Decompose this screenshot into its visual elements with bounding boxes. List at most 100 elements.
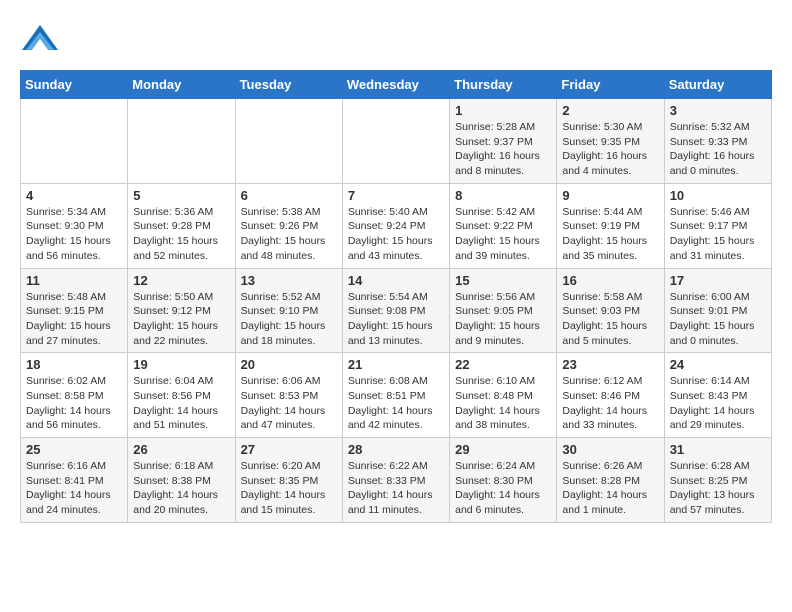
day-number: 16 (562, 273, 658, 288)
day-number: 31 (670, 442, 766, 457)
header-thursday: Thursday (450, 71, 557, 99)
day-info: Sunrise: 5:34 AM Sunset: 9:30 PM Dayligh… (26, 205, 122, 264)
week-row-5: 25 Sunrise: 6:16 AM Sunset: 8:41 PM Dayli… (21, 438, 772, 523)
day-cell: 28 Sunrise: 6:22 AM Sunset: 8:33 PM Dayli… (342, 438, 449, 523)
day-cell: 19Sunrise: 6:04 AM Sunset: 8:56 PM Dayli… (128, 353, 235, 438)
day-info: Sunrise: 5:32 AM Sunset: 9:33 PM Dayligh… (670, 120, 766, 179)
day-info: Sunrise: 6:28 AM Sunset: 8:25 PM Dayligh… (670, 459, 766, 518)
day-cell: 16 Sunrise: 5:58 AM Sunset: 9:03 PM Dayli… (557, 268, 664, 353)
week-row-2: 4 Sunrise: 5:34 AM Sunset: 9:30 PM Daylig… (21, 183, 772, 268)
day-number: 2 (562, 103, 658, 118)
day-number: 27 (241, 442, 337, 457)
logo-icon (20, 20, 60, 60)
day-cell: 25 Sunrise: 6:16 AM Sunset: 8:41 PM Dayli… (21, 438, 128, 523)
day-info: Sunrise: 5:58 AM Sunset: 9:03 PM Dayligh… (562, 290, 658, 349)
day-number: 21 (348, 357, 444, 372)
day-info: Sunrise: 5:44 AM Sunset: 9:19 PM Dayligh… (562, 205, 658, 264)
header-tuesday: Tuesday (235, 71, 342, 99)
day-number: 22 (455, 357, 551, 372)
day-cell: 15 Sunrise: 5:56 AM Sunset: 9:05 PM Dayli… (450, 268, 557, 353)
day-info: Sunrise: 6:08 AM Sunset: 8:51 PM Dayligh… (348, 374, 444, 433)
day-cell: 22 Sunrise: 6:10 AM Sunset: 8:48 PM Dayli… (450, 353, 557, 438)
day-cell (128, 99, 235, 184)
day-info: Sunrise: 5:54 AM Sunset: 9:08 PM Dayligh… (348, 290, 444, 349)
day-cell: 9Sunrise: 5:44 AM Sunset: 9:19 PM Daylig… (557, 183, 664, 268)
day-info: Sunrise: 5:48 AM Sunset: 9:15 PM Dayligh… (26, 290, 122, 349)
calendar-table: SundayMondayTuesdayWednesdayThursdayFrid… (20, 70, 772, 523)
day-number: 23 (562, 357, 658, 372)
day-info: Sunrise: 6:24 AM Sunset: 8:30 PM Dayligh… (455, 459, 551, 518)
day-cell: 2 Sunrise: 5:30 AM Sunset: 9:35 PM Daylig… (557, 99, 664, 184)
week-row-3: 11 Sunrise: 5:48 AM Sunset: 9:15 PM Dayli… (21, 268, 772, 353)
day-number: 11 (26, 273, 122, 288)
day-number: 15 (455, 273, 551, 288)
day-number: 13 (241, 273, 337, 288)
day-info: Sunrise: 6:12 AM Sunset: 8:46 PM Dayligh… (562, 374, 658, 433)
day-cell: 29 Sunrise: 6:24 AM Sunset: 8:30 PM Dayli… (450, 438, 557, 523)
day-cell (235, 99, 342, 184)
header-row: SundayMondayTuesdayWednesdayThursdayFrid… (21, 71, 772, 99)
day-info: Sunrise: 5:52 AM Sunset: 9:10 PM Dayligh… (241, 290, 337, 349)
day-cell: 14 Sunrise: 5:54 AM Sunset: 9:08 PM Dayli… (342, 268, 449, 353)
day-number: 25 (26, 442, 122, 457)
day-cell: 27 Sunrise: 6:20 AM Sunset: 8:35 PM Dayli… (235, 438, 342, 523)
day-cell: 17Sunrise: 6:00 AM Sunset: 9:01 PM Dayli… (664, 268, 771, 353)
header-sunday: Sunday (21, 71, 128, 99)
day-number: 8 (455, 188, 551, 203)
day-info: Sunrise: 6:20 AM Sunset: 8:35 PM Dayligh… (241, 459, 337, 518)
day-number: 20 (241, 357, 337, 372)
day-info: Sunrise: 5:42 AM Sunset: 9:22 PM Dayligh… (455, 205, 551, 264)
day-info: Sunrise: 6:26 AM Sunset: 8:28 PM Dayligh… (562, 459, 658, 518)
day-info: Sunrise: 5:30 AM Sunset: 9:35 PM Dayligh… (562, 120, 658, 179)
day-info: Sunrise: 6:10 AM Sunset: 8:48 PM Dayligh… (455, 374, 551, 433)
day-cell: 18Sunrise: 6:02 AM Sunset: 8:58 PM Dayli… (21, 353, 128, 438)
header-saturday: Saturday (664, 71, 771, 99)
day-cell: 12 Sunrise: 5:50 AM Sunset: 9:12 PM Dayli… (128, 268, 235, 353)
day-info: Sunrise: 6:04 AM Sunset: 8:56 PM Dayligh… (133, 374, 229, 433)
header-wednesday: Wednesday (342, 71, 449, 99)
day-number: 26 (133, 442, 229, 457)
day-cell: 4 Sunrise: 5:34 AM Sunset: 9:30 PM Daylig… (21, 183, 128, 268)
header-monday: Monday (128, 71, 235, 99)
day-number: 14 (348, 273, 444, 288)
day-info: Sunrise: 5:46 AM Sunset: 9:17 PM Dayligh… (670, 205, 766, 264)
day-number: 1 (455, 103, 551, 118)
day-cell: 3 Sunrise: 5:32 AM Sunset: 9:33 PM Daylig… (664, 99, 771, 184)
day-info: Sunrise: 5:56 AM Sunset: 9:05 PM Dayligh… (455, 290, 551, 349)
day-number: 10 (670, 188, 766, 203)
logo (20, 20, 66, 60)
day-cell: 21 Sunrise: 6:08 AM Sunset: 8:51 PM Dayli… (342, 353, 449, 438)
day-info: Sunrise: 6:14 AM Sunset: 8:43 PM Dayligh… (670, 374, 766, 433)
day-number: 12 (133, 273, 229, 288)
day-cell: 11 Sunrise: 5:48 AM Sunset: 9:15 PM Dayli… (21, 268, 128, 353)
day-number: 3 (670, 103, 766, 118)
day-info: Sunrise: 6:22 AM Sunset: 8:33 PM Dayligh… (348, 459, 444, 518)
week-row-4: 18Sunrise: 6:02 AM Sunset: 8:58 PM Dayli… (21, 353, 772, 438)
day-cell: 24 Sunrise: 6:14 AM Sunset: 8:43 PM Dayli… (664, 353, 771, 438)
day-number: 7 (348, 188, 444, 203)
day-cell (342, 99, 449, 184)
day-cell: 31 Sunrise: 6:28 AM Sunset: 8:25 PM Dayli… (664, 438, 771, 523)
day-cell: 30 Sunrise: 6:26 AM Sunset: 8:28 PM Dayli… (557, 438, 664, 523)
day-number: 30 (562, 442, 658, 457)
day-number: 28 (348, 442, 444, 457)
page-header (20, 20, 772, 60)
day-cell: 6Sunrise: 5:38 AM Sunset: 9:26 PM Daylig… (235, 183, 342, 268)
week-row-1: 1 Sunrise: 5:28 AM Sunset: 9:37 PM Daylig… (21, 99, 772, 184)
day-number: 4 (26, 188, 122, 203)
day-info: Sunrise: 6:00 AM Sunset: 9:01 PM Dayligh… (670, 290, 766, 349)
day-cell: 1 Sunrise: 5:28 AM Sunset: 9:37 PM Daylig… (450, 99, 557, 184)
day-info: Sunrise: 6:16 AM Sunset: 8:41 PM Dayligh… (26, 459, 122, 518)
day-cell: 7 Sunrise: 5:40 AM Sunset: 9:24 PM Daylig… (342, 183, 449, 268)
day-cell: 26Sunrise: 6:18 AM Sunset: 8:38 PM Dayli… (128, 438, 235, 523)
day-number: 18 (26, 357, 122, 372)
day-info: Sunrise: 5:40 AM Sunset: 9:24 PM Dayligh… (348, 205, 444, 264)
day-info: Sunrise: 6:06 AM Sunset: 8:53 PM Dayligh… (241, 374, 337, 433)
day-info: Sunrise: 5:36 AM Sunset: 9:28 PM Dayligh… (133, 205, 229, 264)
day-info: Sunrise: 5:50 AM Sunset: 9:12 PM Dayligh… (133, 290, 229, 349)
day-info: Sunrise: 5:28 AM Sunset: 9:37 PM Dayligh… (455, 120, 551, 179)
day-number: 5 (133, 188, 229, 203)
day-number: 24 (670, 357, 766, 372)
day-number: 29 (455, 442, 551, 457)
day-cell (21, 99, 128, 184)
